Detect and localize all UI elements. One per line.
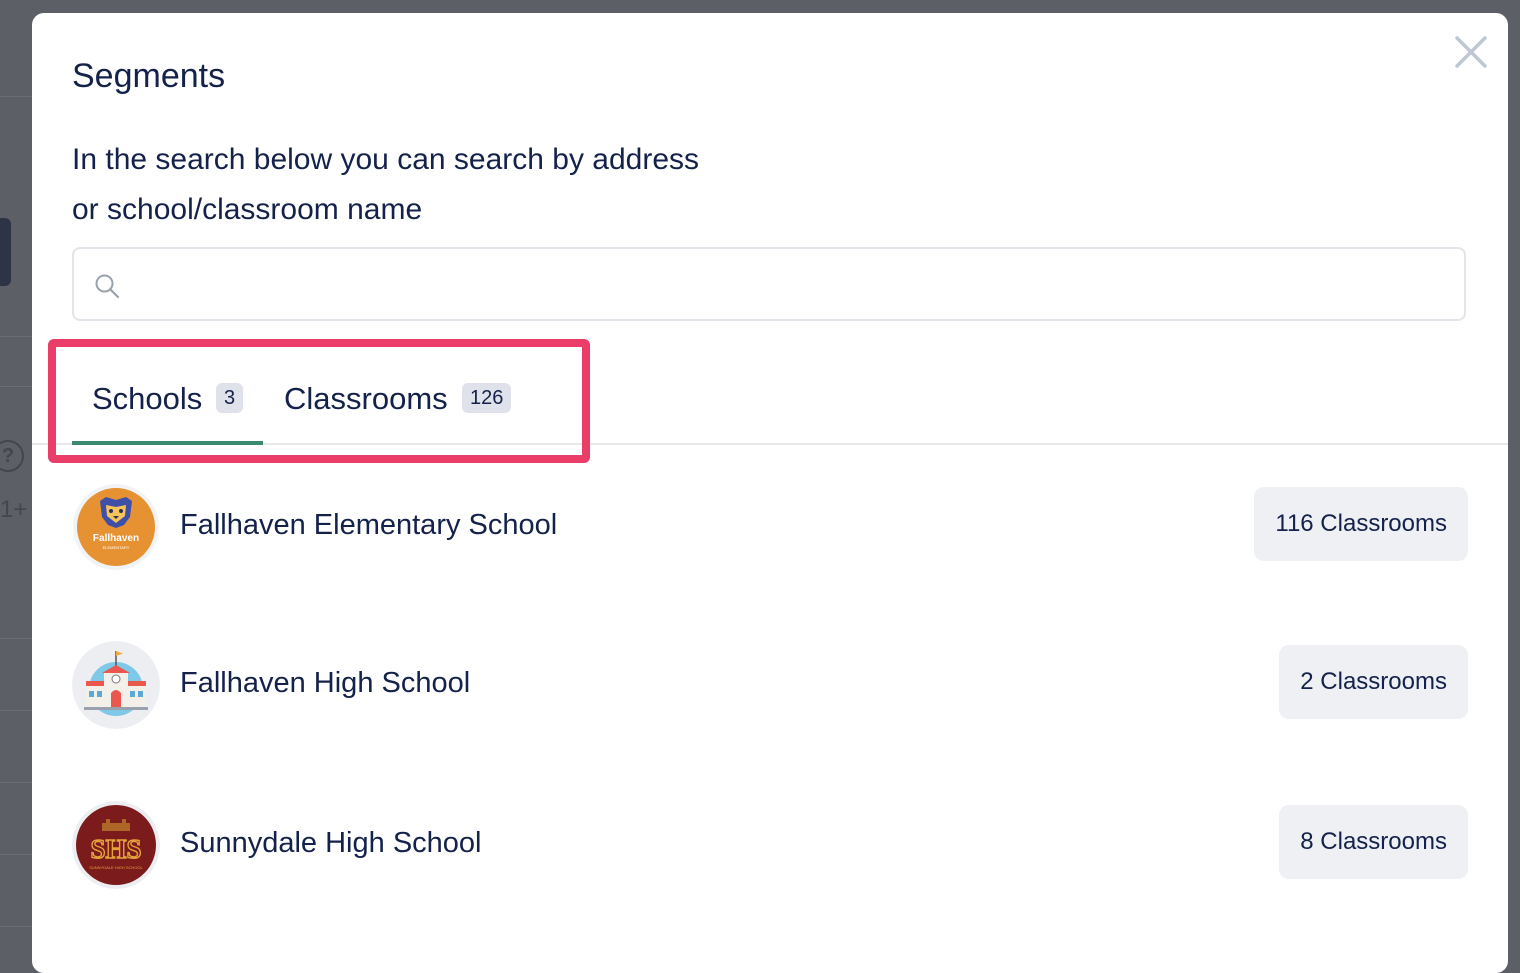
- logo-subtext: SUNNYDALE HIGH SCHOOL: [89, 865, 143, 870]
- tab-schools-label: Schools: [92, 381, 203, 416]
- description-line-1: In the search below you can search by ad…: [72, 143, 700, 176]
- classrooms-count-button[interactable]: 116 Classrooms: [1254, 487, 1468, 561]
- background-divider: [0, 782, 32, 783]
- sunnydale-logo: SHS SUNNYDALE HIGH SCHOOL: [72, 801, 160, 889]
- modal-description: In the search below you can search by ad…: [72, 135, 792, 235]
- background-help-icon: ?: [0, 440, 24, 472]
- tab-classrooms-label: Classrooms: [284, 381, 448, 416]
- close-button[interactable]: [1454, 35, 1488, 69]
- tab-classrooms-count-badge: 126: [462, 383, 512, 413]
- background-sidebar-tab: [0, 218, 11, 286]
- background-divider: [0, 336, 32, 337]
- logo-text: Fallhaven: [93, 533, 139, 544]
- logo-subtext: ELEMENTARY: [103, 545, 130, 550]
- search-icon: [95, 274, 120, 299]
- tab-classrooms[interactable]: Classrooms 126: [284, 373, 524, 445]
- background-partial-text: 1+: [0, 496, 28, 523]
- modal-title: Segments: [72, 57, 226, 95]
- school-name: Fallhaven Elementary School: [180, 509, 558, 541]
- fallhaven-elementary-logo: Fallhaven ELEMENTARY: [72, 483, 160, 571]
- school-row[interactable]: Fallhaven High School 2 Classrooms: [72, 641, 1468, 731]
- school-name: Sunnydale High School: [180, 827, 482, 859]
- background-divider: [0, 386, 32, 387]
- search-input[interactable]: [138, 249, 1442, 321]
- classrooms-count-button[interactable]: 2 Classrooms: [1279, 645, 1468, 719]
- background-divider: [0, 638, 32, 639]
- background-divider: [0, 926, 32, 927]
- school-row[interactable]: SHS SUNNYDALE HIGH SCHOOL Sunnydale High…: [72, 801, 1468, 891]
- search-box[interactable]: [72, 247, 1466, 321]
- school-row[interactable]: Fallhaven ELEMENTARY Fallhaven Elementar…: [72, 483, 1468, 573]
- close-icon: [1455, 36, 1487, 68]
- description-line-2: or school/classroom name: [72, 193, 423, 226]
- logo-text: SHS: [90, 834, 141, 864]
- school-name: Fallhaven High School: [180, 667, 471, 699]
- tab-schools-count-badge: 3: [216, 383, 244, 413]
- school-building-icon: [72, 641, 160, 729]
- tab-schools[interactable]: Schools 3: [72, 373, 263, 445]
- segments-modal: Segments In the search below you can sea…: [32, 13, 1508, 973]
- classrooms-count-button[interactable]: 8 Classrooms: [1279, 805, 1468, 879]
- background-divider: [0, 710, 32, 711]
- background-divider: [0, 96, 32, 97]
- background-divider: [0, 854, 32, 855]
